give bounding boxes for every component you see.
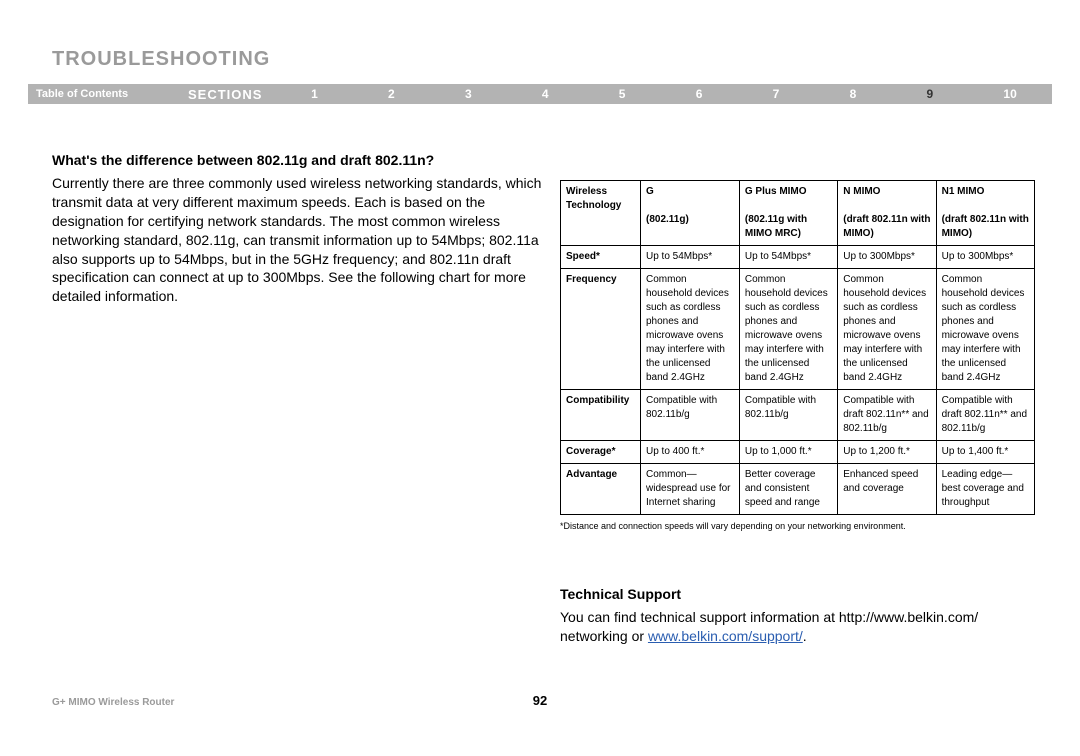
nav-link-1[interactable]: 1 bbox=[307, 87, 322, 101]
table-row: Advantage Common—widespread use for Inte… bbox=[561, 464, 1035, 515]
header-technology: Wireless Technology bbox=[561, 181, 641, 246]
comparison-table-wrap: Wireless Technology G (802.11g) G Plus M… bbox=[560, 180, 1035, 531]
row-speed-label: Speed* bbox=[561, 246, 641, 269]
nav-links: 1 2 3 4 5 6 7 8 9 10 bbox=[276, 87, 1052, 101]
footer-page-number: 92 bbox=[0, 693, 1080, 708]
nav-link-9[interactable]: 9 bbox=[922, 87, 937, 101]
cell-coverage-g: Up to 400 ft.* bbox=[641, 441, 740, 464]
tech-support-line2: networking or bbox=[560, 628, 648, 644]
nav-toc-link[interactable]: Table of Contents bbox=[28, 88, 188, 100]
cell-advantage-gplus: Better coverage and consistent speed and… bbox=[739, 464, 837, 515]
table-row: Frequency Common household devices such … bbox=[561, 269, 1035, 390]
tech-support-line1: You can find technical support informati… bbox=[560, 609, 978, 625]
nav-bar: Table of Contents SECTIONS 1 2 3 4 5 6 7… bbox=[28, 84, 1052, 104]
cell-frequency-g: Common household devices such as cordles… bbox=[641, 269, 740, 390]
header-n1mimo: N1 MIMO (draft 802.11n with MIMO) bbox=[936, 181, 1034, 246]
cell-compat-n1mimo: Compatible with draft 802.11n** and 802.… bbox=[936, 390, 1034, 441]
cell-speed-gplus: Up to 54Mbps* bbox=[739, 246, 837, 269]
section-heading: What's the difference between 802.11g an… bbox=[52, 152, 542, 168]
table-footnote: *Distance and connection speeds will var… bbox=[560, 521, 1035, 531]
tech-support-heading: Technical Support bbox=[560, 586, 1035, 602]
page-title: TROUBLESHOOTING bbox=[52, 48, 270, 71]
tech-support-text: You can find technical support informati… bbox=[560, 608, 1035, 646]
left-column: What's the difference between 802.11g an… bbox=[52, 152, 542, 306]
section-paragraph: Currently there are three commonly used … bbox=[52, 174, 542, 306]
cell-advantage-n1mimo: Leading edge—best coverage and throughpu… bbox=[936, 464, 1034, 515]
tech-support-period: . bbox=[803, 628, 807, 644]
row-frequency-label: Frequency bbox=[561, 269, 641, 390]
nav-link-5[interactable]: 5 bbox=[615, 87, 630, 101]
tech-support-section: Technical Support You can find technical… bbox=[560, 586, 1035, 646]
table-row: Speed* Up to 54Mbps* Up to 54Mbps* Up to… bbox=[561, 246, 1035, 269]
header-gplus: G Plus MIMO (802.11g with MIMO MRC) bbox=[739, 181, 837, 246]
table-row: Compatibility Compatible with 802.11b/g … bbox=[561, 390, 1035, 441]
cell-coverage-nmimo: Up to 1,200 ft.* bbox=[838, 441, 936, 464]
nav-link-6[interactable]: 6 bbox=[692, 87, 707, 101]
nav-link-7[interactable]: 7 bbox=[769, 87, 784, 101]
nav-link-8[interactable]: 8 bbox=[846, 87, 861, 101]
cell-frequency-gplus: Common household devices such as cordles… bbox=[739, 269, 837, 390]
cell-advantage-nmimo: Enhanced speed and coverage bbox=[838, 464, 936, 515]
cell-frequency-n1mimo: Common household devices such as cordles… bbox=[936, 269, 1034, 390]
cell-coverage-gplus: Up to 1,000 ft.* bbox=[739, 441, 837, 464]
cell-frequency-nmimo: Common household devices such as cordles… bbox=[838, 269, 936, 390]
table-row: Coverage* Up to 400 ft.* Up to 1,000 ft.… bbox=[561, 441, 1035, 464]
cell-compat-nmimo: Compatible with draft 802.11n** and 802.… bbox=[838, 390, 936, 441]
cell-advantage-g: Common—widespread use for Internet shari… bbox=[641, 464, 740, 515]
row-compat-label: Compatibility bbox=[561, 390, 641, 441]
cell-compat-gplus: Compatible with 802.11b/g bbox=[739, 390, 837, 441]
row-coverage-label: Coverage* bbox=[561, 441, 641, 464]
nav-link-2[interactable]: 2 bbox=[384, 87, 399, 101]
nav-link-4[interactable]: 4 bbox=[538, 87, 553, 101]
cell-speed-nmimo: Up to 300Mbps* bbox=[838, 246, 936, 269]
header-nmimo: N MIMO (draft 802.11n with MIMO) bbox=[838, 181, 936, 246]
comparison-table: Wireless Technology G (802.11g) G Plus M… bbox=[560, 180, 1035, 515]
cell-compat-g: Compatible with 802.11b/g bbox=[641, 390, 740, 441]
row-advantage-label: Advantage bbox=[561, 464, 641, 515]
cell-speed-g: Up to 54Mbps* bbox=[641, 246, 740, 269]
nav-link-10[interactable]: 10 bbox=[999, 87, 1020, 101]
table-header-row: Wireless Technology G (802.11g) G Plus M… bbox=[561, 181, 1035, 246]
nav-sections-label: SECTIONS bbox=[188, 87, 276, 102]
cell-coverage-n1mimo: Up to 1,400 ft.* bbox=[936, 441, 1034, 464]
header-g: G (802.11g) bbox=[641, 181, 740, 246]
support-link[interactable]: www.belkin.com/support/ bbox=[648, 628, 803, 644]
cell-speed-n1mimo: Up to 300Mbps* bbox=[936, 246, 1034, 269]
nav-link-3[interactable]: 3 bbox=[461, 87, 476, 101]
